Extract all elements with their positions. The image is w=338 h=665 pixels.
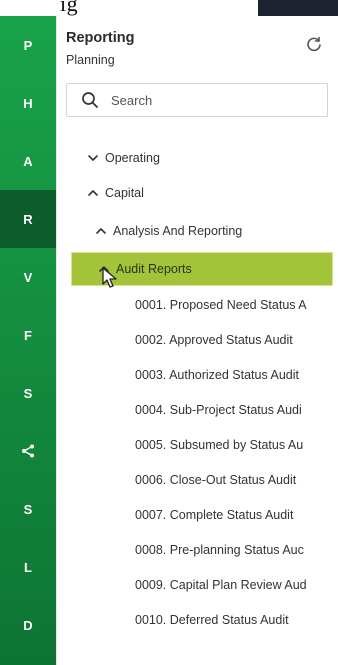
top-text-fragment: ıg	[60, 0, 79, 16]
rail-item-a[interactable]: A	[0, 132, 56, 190]
rail-item-share[interactable]	[0, 422, 56, 480]
tree-label-operating: Operating	[105, 151, 160, 165]
tree-leaf-0004[interactable]: 0004. Sub-Project Status Audi	[57, 397, 338, 423]
tree-leaf-0005[interactable]: 0005. Subsumed by Status Au	[57, 432, 338, 458]
panel-title: Reporting	[66, 30, 135, 46]
tree-item-operating[interactable]: Operating	[57, 145, 338, 171]
tree-label-analysis-and-reporting: Analysis And Reporting	[113, 224, 243, 238]
share-icon	[22, 444, 34, 458]
rail-item-v[interactable]: V	[0, 248, 56, 306]
tree-label-capital: Capital	[105, 186, 144, 200]
left-nav-rail: P H A R V F S S L D	[0, 16, 56, 665]
rail-item-h[interactable]: H	[0, 74, 56, 132]
search-icon	[82, 92, 98, 108]
reporting-panel: Reporting Planning Search Operating Capi…	[56, 16, 338, 665]
rail-item-r-active[interactable]: R	[0, 190, 56, 248]
mouse-cursor-icon	[102, 267, 117, 288]
rail-item-p[interactable]: P	[0, 16, 56, 74]
rail-item-l[interactable]: L	[0, 538, 56, 596]
refresh-icon[interactable]	[305, 35, 323, 53]
tree-leaf-0006[interactable]: 0006. Close-Out Status Audit	[57, 467, 338, 493]
tree-leaf-0009[interactable]: 0009. Capital Plan Review Aud	[57, 572, 338, 598]
rail-item-s1[interactable]: S	[0, 364, 56, 422]
panel-subtitle: Planning	[66, 53, 115, 67]
top-dark-bar	[258, 0, 338, 16]
tree-leaf-0007[interactable]: 0007. Complete Status Audit	[57, 502, 338, 528]
tree-item-capital[interactable]: Capital	[57, 180, 338, 206]
tree-item-analysis-and-reporting[interactable]: Analysis And Reporting	[57, 218, 338, 244]
tree-label-audit-reports: Audit Reports	[116, 262, 192, 276]
tree-leaf-0003[interactable]: 0003. Authorized Status Audit	[57, 362, 338, 388]
tree-leaf-0008[interactable]: 0008. Pre-planning Status Auc	[57, 537, 338, 563]
tree-leaf-0010[interactable]: 0010. Deferred Status Audit	[57, 607, 338, 633]
rail-item-d[interactable]: D	[0, 596, 56, 654]
rail-item-f[interactable]: F	[0, 306, 56, 364]
chevron-down-icon	[88, 155, 98, 161]
search-placeholder: Search	[111, 92, 153, 108]
top-crop-strip: ıg	[0, 0, 338, 16]
tree-leaf-0001[interactable]: 0001. Proposed Need Status A	[57, 292, 338, 318]
rail-item-s2[interactable]: S	[0, 480, 56, 538]
chevron-up-icon	[88, 190, 98, 196]
tree-leaf-0002[interactable]: 0002. Approved Status Audit	[57, 327, 338, 353]
search-input[interactable]: Search	[66, 83, 328, 117]
chevron-up-icon	[96, 228, 106, 234]
